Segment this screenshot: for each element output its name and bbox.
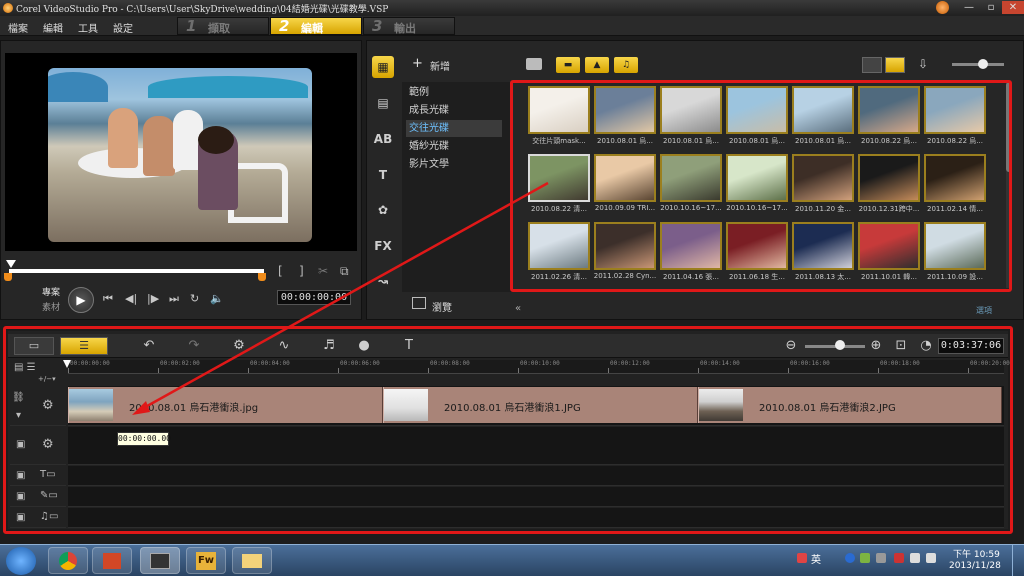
trim-end-marker[interactable] [258,273,266,281]
previous-frame-icon[interactable]: ◀| [125,292,137,305]
clip-mode-label[interactable]: 素材 [42,300,60,313]
fireworks-icon[interactable]: Fw [186,547,226,574]
library-highlight-box [510,80,1012,292]
step-number: 3 [372,17,383,35]
category-item[interactable]: 影片文學 [406,156,502,173]
close-button[interactable]: ✕ [1002,1,1024,14]
clock-time[interactable]: 下午 10:59 [953,547,1000,560]
input-language-indicator[interactable]: 英 [811,551,821,566]
volume-tray-icon[interactable] [926,553,936,563]
window-title: Corel VideoStudio Pro - C:\Users\User\Sk… [16,5,389,15]
ime-icon[interactable] [797,553,807,563]
filter-fx-icon[interactable]: FX [372,235,394,257]
repeat-icon[interactable]: ↻ [190,292,199,305]
collapse-library-icon[interactable]: « [515,303,521,314]
category-item[interactable]: 成長光碟 [406,102,502,119]
explorer-icon[interactable] [232,547,272,574]
step-share-tab[interactable]: 3 輸出 [363,17,455,35]
menu-tools[interactable]: 工具 [78,20,98,35]
step-label: 擷取 [208,22,230,35]
media-library-icon[interactable]: ▦ [372,56,394,78]
category-item[interactable]: 範例 [406,84,502,101]
category-item[interactable]: 婚紗光碟 [406,138,502,155]
add-folder-label[interactable]: 新增 [430,58,450,73]
sort-icon[interactable]: ⇩ [918,57,934,73]
thumbnail-view-icon[interactable] [885,57,905,73]
maximize-button[interactable]: ▫ [980,1,1002,14]
action-center-icon[interactable] [894,553,904,563]
mark-out-icon[interactable]: ] [299,264,304,278]
transition-icon[interactable]: AB [372,128,394,150]
list-view-icon[interactable] [862,57,882,73]
browse-label[interactable]: 瀏覽 [432,299,452,314]
menu-edit[interactable]: 編輯 [43,20,63,35]
end-icon[interactable]: ⏭ [169,292,179,306]
folder-icon[interactable] [526,58,542,70]
instant-project-icon[interactable]: ▤ [372,92,394,114]
preview-timecode[interactable]: 00:00:00:00 [277,290,351,305]
videostudio-taskbar-icon[interactable] [140,547,180,574]
trim-start-marker[interactable] [4,273,12,281]
step-label: 輸出 [394,22,416,35]
step-edit-tab[interactable]: 2 編輯 [270,17,362,35]
menu-bar: 檔案 編輯 工具 設定 1 擷取 2 編輯 3 輸出 [0,16,1024,36]
show-audio-filter-icon[interactable]: ♫ [614,57,638,73]
next-frame-icon[interactable]: |▶ [147,292,159,305]
menu-settings[interactable]: 設定 [113,20,133,35]
corel-orb-icon[interactable] [936,1,949,14]
step-label: 編輯 [301,22,323,35]
browse-folder-icon[interactable] [412,297,426,309]
clock-date[interactable]: 2013/11/28 [949,561,1001,571]
add-icon[interactable]: + [412,56,423,71]
show-photo-filter-icon[interactable]: ▲ [585,57,609,73]
step-number: 2 [279,17,290,35]
step-number: 1 [186,17,197,35]
title-bar: Corel VideoStudio Pro - C:\Users\User\Sk… [0,0,1024,16]
project-mode-label[interactable]: 專案 [42,285,60,298]
path-icon[interactable]: ↝ [372,270,394,292]
graphic-icon[interactable]: ✿ [372,199,394,221]
step-capture-tab[interactable]: 1 擷取 [177,17,269,35]
volume-icon[interactable]: 🔈 [210,292,224,305]
scrubber-handle[interactable] [6,260,16,268]
title-icon[interactable]: T [372,164,394,186]
start-button[interactable] [6,547,36,575]
mark-in-icon[interactable]: [ [278,264,283,278]
help-icon[interactable] [845,553,855,563]
tray-app-icon[interactable] [860,553,870,563]
powerpoint-icon[interactable] [92,547,132,574]
preview-image [48,68,312,242]
timeline-highlight-box [3,326,1013,534]
options-label[interactable]: 選項 [976,305,992,316]
enlarge-preview-icon[interactable]: ⧉ [340,264,349,279]
app-icon [3,3,13,13]
scrub-bar[interactable] [9,269,264,273]
chrome-icon[interactable] [48,547,88,574]
play-button[interactable]: ▶ [68,287,94,313]
thumbnail-size-knob[interactable] [978,59,988,69]
show-hidden-icons[interactable] [876,553,886,563]
network-icon[interactable] [910,553,920,563]
split-clip-icon[interactable]: ✂ [318,264,328,278]
home-icon[interactable]: ⏮ [103,292,113,306]
show-desktop-button[interactable] [1012,545,1024,576]
minimize-button[interactable]: — [958,1,980,14]
category-item-selected[interactable]: 交往光碟 [406,120,502,137]
menu-file[interactable]: 檔案 [8,20,28,35]
show-video-filter-icon[interactable]: ▬ [556,57,580,73]
